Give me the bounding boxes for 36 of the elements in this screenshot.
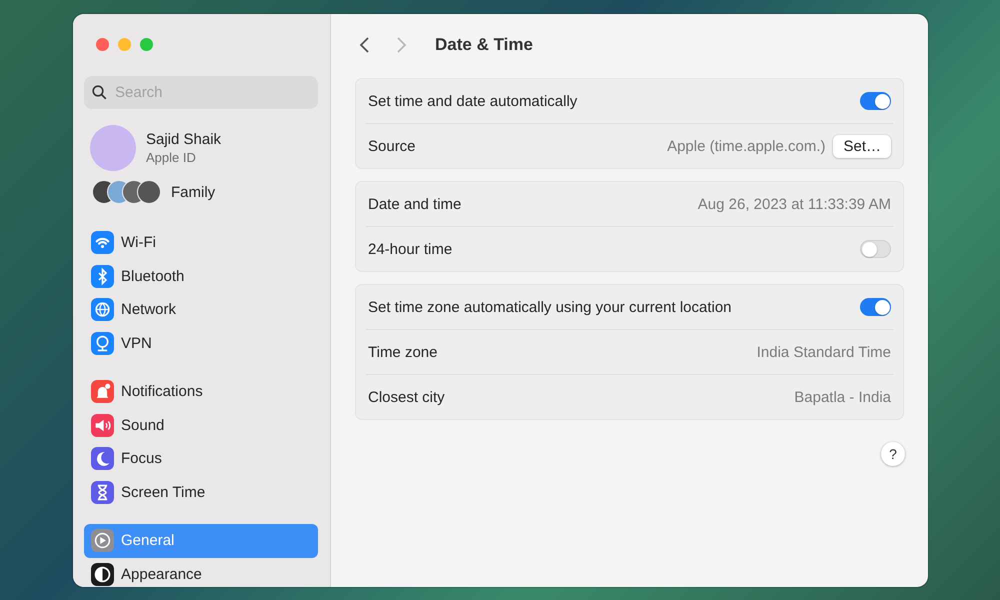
setting-label: Set time zone automatically using your current location [368,298,733,316]
toggle-switch[interactable] [860,240,891,258]
set-button[interactable]: Set… [833,134,891,158]
family-avatars[interactable] [92,180,161,204]
sidebar-item[interactable]: Focus [84,442,318,476]
setting-label: Source [368,138,417,154]
sidebar-item[interactable]: Network [84,293,318,326]
setting-label: Date and time [368,196,462,212]
zoom-button[interactable] [140,38,153,51]
sidebar-item[interactable]: Bluetooth [84,260,318,293]
setting-label: Time zone [368,344,438,360]
help-button[interactable]: ? [881,442,905,466]
sidebar-item[interactable]: VPN [84,326,318,360]
setting-label: 24-hour time [368,240,454,258]
sidebar-item[interactable]: Screen Time [84,476,318,509]
search-icon [92,85,107,100]
family-label[interactable]: Family [171,184,216,200]
sidebar-item[interactable]: Sound [84,408,318,442]
setting-label: Closest city [368,388,446,406]
close-button[interactable] [96,38,109,51]
setting-value: India Standard Time [756,344,891,360]
sidebar-item[interactable]: Appearance [84,558,318,587]
setting-value: Apple (time.apple.com.) [667,138,826,154]
minimize-button[interactable] [118,38,131,51]
setting-label: Set time and date automatically [368,92,578,110]
sidebar-item[interactable]: Wi-Fi [84,226,318,260]
account-subtitle: Apple ID [146,150,197,165]
window-title: Date & Time [435,35,533,55]
account-name[interactable]: Sajid Shaik [146,131,222,148]
avatar[interactable] [90,125,136,171]
toggle-switch[interactable] [860,298,891,316]
setting-value: Aug 26, 2023 at 11:33:39 AM [698,196,891,212]
toggle-switch[interactable] [860,92,891,110]
sidebar-item[interactable]: Notifications [84,375,318,408]
setting-value: Bapatla - India [794,388,891,406]
search-field[interactable]: Search [84,76,318,109]
